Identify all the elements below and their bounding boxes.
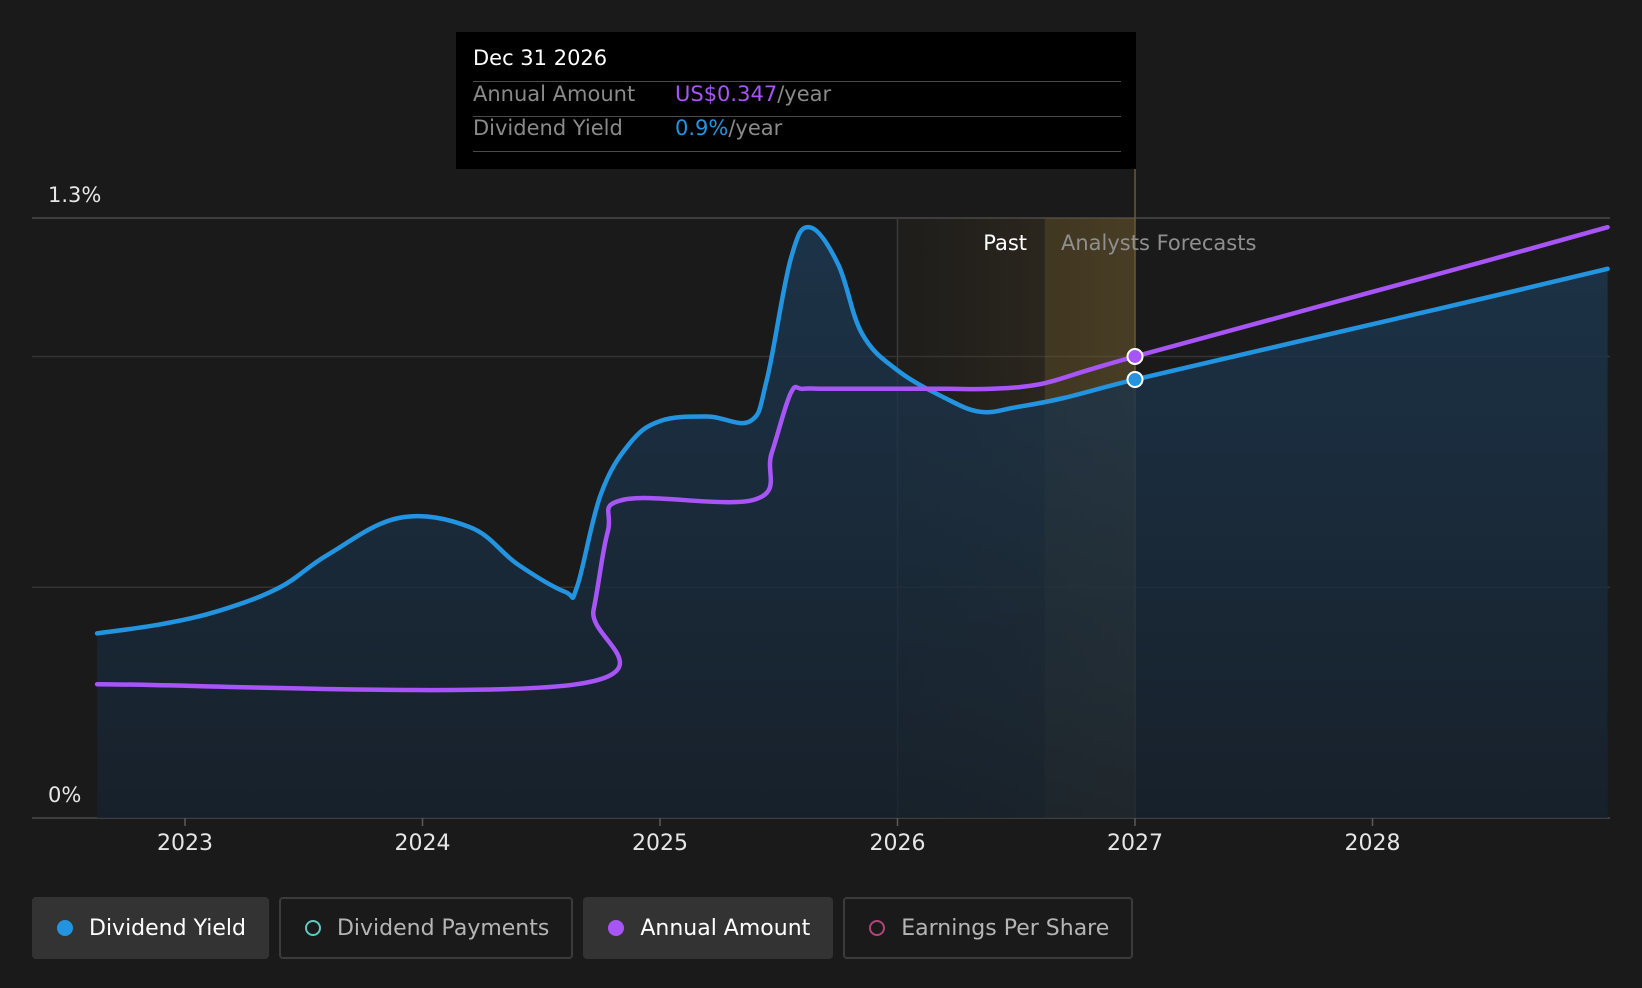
legend-earnings-per-share[interactable]: Earnings Per Share [843, 897, 1134, 959]
x-tick-label: 2028 [1345, 831, 1401, 856]
legend-label: Dividend Payments [336, 915, 550, 941]
tooltip-row-unit: /year [777, 82, 832, 106]
legend-dividend-yield[interactable]: Dividend Yield [32, 897, 269, 959]
x-tick-label: 2026 [870, 831, 926, 856]
legend-label: Earnings Per Share [901, 915, 1110, 941]
dividend-yield-marker [1126, 371, 1144, 389]
tooltip-separator [473, 151, 1121, 152]
x-tick-label: 2025 [632, 831, 688, 856]
legend-dot-icon [57, 920, 73, 936]
legend-ring-icon [304, 920, 321, 936]
legend-dot-icon [608, 920, 625, 936]
legend-label: Dividend Yield [89, 915, 246, 941]
past-label: Past [983, 231, 1027, 255]
legend-annual-amount[interactable]: Annual Amount [583, 897, 834, 959]
tooltip-row-label: Dividend Yield [473, 116, 623, 140]
tooltip-row-label: Annual Amount [473, 82, 636, 106]
forecast-label: Analysts Forecasts [1061, 231, 1256, 255]
x-tick-label: 2027 [1107, 831, 1163, 856]
annual-amount-marker [1126, 347, 1144, 365]
tooltip-row-value: 0.9% [675, 116, 729, 140]
legend-ring-icon [869, 920, 886, 936]
x-tick-label: 2024 [395, 831, 451, 856]
y-tick-label: 0% [48, 783, 81, 807]
x-tick-label: 2023 [157, 831, 213, 856]
chart-tooltip: Dec 31 2026 Annual Amount US$0.347/year D… [456, 32, 1136, 169]
tooltip-row-annual-amount: Annual Amount US$0.347/year [473, 82, 831, 106]
tooltip-row-unit: /year [728, 116, 783, 140]
legend-label: Annual Amount [640, 915, 811, 941]
legend-dividend-payments[interactable]: Dividend Payments [278, 897, 574, 959]
y-tick-label: 1.3% [48, 183, 101, 207]
tooltip-row-value: US$0.347 [675, 82, 778, 106]
tooltip-row-dividend-yield: Dividend Yield 0.9%/year [473, 116, 782, 140]
chart-legend: Dividend Yield Dividend Payments Annual … [32, 897, 1134, 959]
tooltip-date: Dec 31 2026 [473, 46, 608, 70]
